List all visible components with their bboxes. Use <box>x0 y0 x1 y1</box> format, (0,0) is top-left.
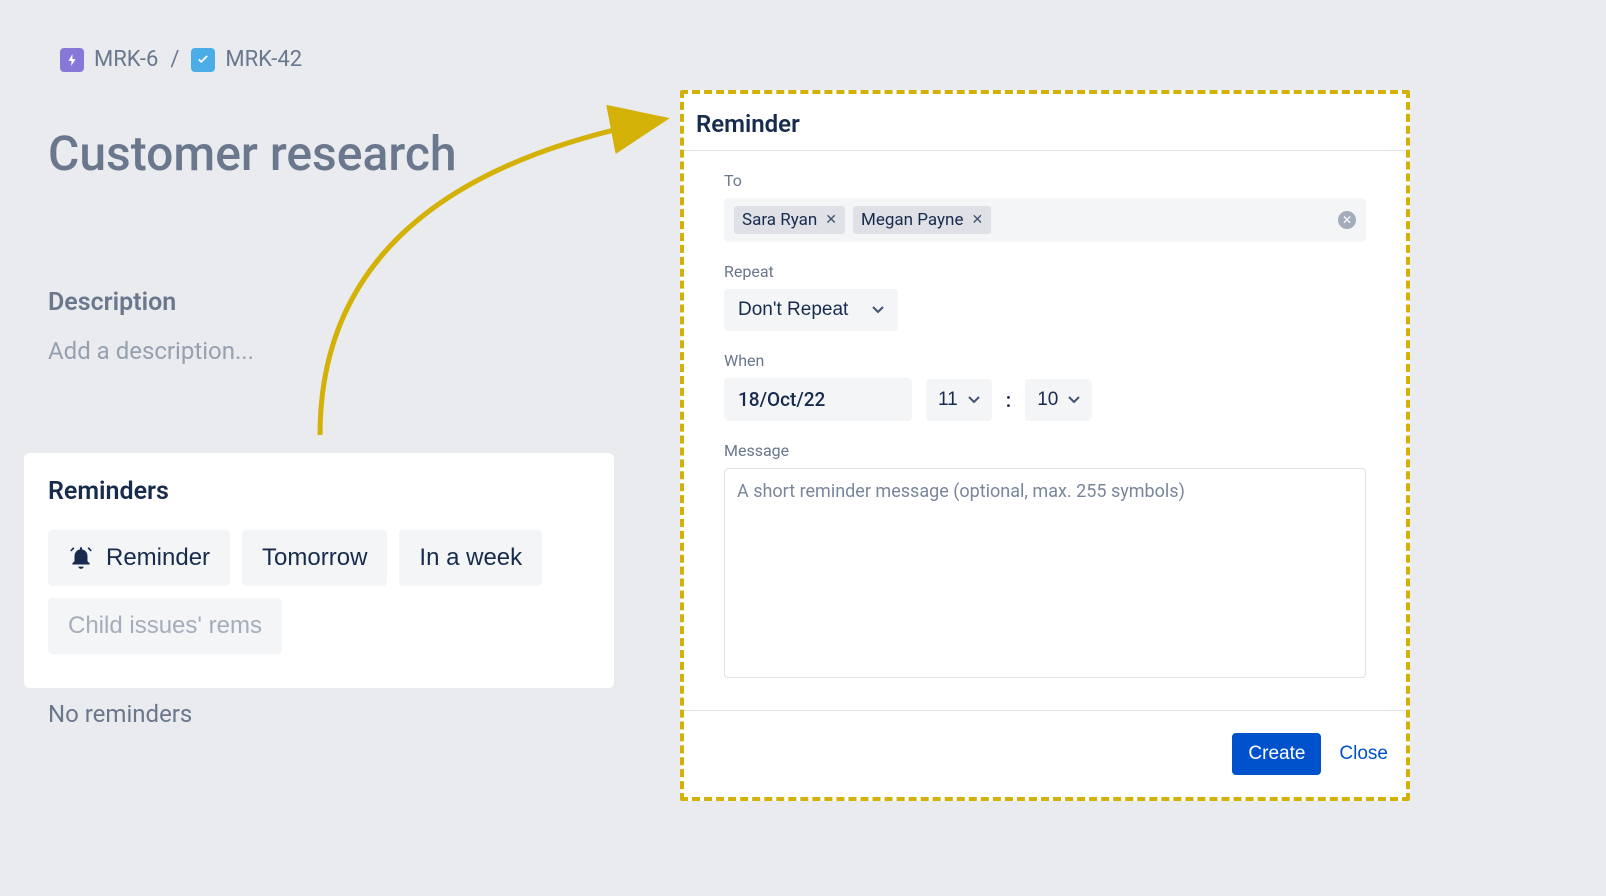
repeat-field-group: Repeat Don't Repeat <box>724 262 1366 331</box>
recipients-field[interactable]: Sara Ryan ✕ Megan Payne ✕ ✕ <box>724 198 1366 242</box>
in-a-week-button-label: In a week <box>419 544 522 572</box>
remove-recipient-icon[interactable]: ✕ <box>971 212 983 228</box>
message-field-group: Message <box>724 441 1366 682</box>
description-placeholder[interactable]: Add a description... <box>48 337 254 365</box>
epic-icon <box>60 48 84 72</box>
child-issues-rems-button[interactable]: Child issues' rems <box>48 598 282 654</box>
recipient-name: Sara Ryan <box>742 210 817 230</box>
minute-value: 10 <box>1037 389 1058 411</box>
breadcrumb-current[interactable]: MRK-42 <box>191 47 302 72</box>
breadcrumb: MRK-6 / MRK-42 <box>60 47 302 72</box>
recipient-chip: Megan Payne ✕ <box>853 206 991 234</box>
recipient-chip: Sara Ryan ✕ <box>734 206 845 234</box>
reminders-title: Reminders <box>48 477 590 506</box>
child-issues-rems-label: Child issues' rems <box>68 612 262 640</box>
breadcrumb-separator: / <box>170 47 179 72</box>
tomorrow-button[interactable]: Tomorrow <box>242 530 387 586</box>
no-reminders-text: No reminders <box>48 700 192 728</box>
dialog-body: To Sara Ryan ✕ Megan Payne ✕ ✕ Repeat <box>684 151 1406 710</box>
chevron-down-icon <box>968 393 980 407</box>
hour-value: 11 <box>938 389 958 411</box>
message-label: Message <box>724 441 1366 460</box>
reminder-button-label: Reminder <box>106 544 210 572</box>
breadcrumb-parent[interactable]: MRK-6 <box>60 47 158 72</box>
reminder-buttons-row: Reminder Tomorrow In a week Child issues… <box>48 530 590 654</box>
reminders-panel: Reminders Reminder Tomorrow In a week Ch… <box>24 453 614 688</box>
when-row: 18/Oct/22 11 : 10 <box>724 378 1366 421</box>
to-label: To <box>724 171 1366 190</box>
recipient-name: Megan Payne <box>861 210 963 230</box>
when-label: When <box>724 351 1366 370</box>
date-input[interactable]: 18/Oct/22 <box>724 378 912 421</box>
chevron-down-icon <box>1068 393 1080 407</box>
create-button[interactable]: Create <box>1232 733 1321 775</box>
hour-select[interactable]: 11 <box>926 379 992 421</box>
tomorrow-button-label: Tomorrow <box>262 544 367 572</box>
repeat-select[interactable]: Don't Repeat <box>724 289 898 331</box>
to-field-group: To Sara Ryan ✕ Megan Payne ✕ ✕ <box>724 171 1366 242</box>
reminder-button[interactable]: Reminder <box>48 530 230 586</box>
remove-recipient-icon[interactable]: ✕ <box>825 212 837 228</box>
reminder-dialog: Reminder To Sara Ryan ✕ Megan Payne ✕ ✕ <box>680 90 1410 801</box>
task-icon <box>191 48 215 72</box>
breadcrumb-parent-label: MRK-6 <box>94 47 158 72</box>
time-colon: : <box>1006 388 1011 412</box>
dialog-footer: Create Close <box>684 710 1406 797</box>
dialog-header: Reminder <box>684 94 1406 151</box>
repeat-label: Repeat <box>724 262 1366 281</box>
in-a-week-button[interactable]: In a week <box>399 530 542 586</box>
description-section: Description Add a description... <box>48 288 254 365</box>
clear-all-icon[interactable]: ✕ <box>1338 211 1356 229</box>
bell-icon <box>68 545 94 571</box>
close-button[interactable]: Close <box>1339 743 1388 765</box>
minute-select[interactable]: 10 <box>1025 379 1092 421</box>
repeat-value: Don't Repeat <box>738 299 848 321</box>
breadcrumb-current-label: MRK-42 <box>225 47 302 72</box>
when-field-group: When 18/Oct/22 11 : 10 <box>724 351 1366 421</box>
page-title: Customer research <box>48 125 457 182</box>
dialog-title: Reminder <box>696 110 1394 138</box>
description-label: Description <box>48 288 254 317</box>
chevron-down-icon <box>872 303 884 317</box>
message-textarea[interactable] <box>724 468 1366 678</box>
